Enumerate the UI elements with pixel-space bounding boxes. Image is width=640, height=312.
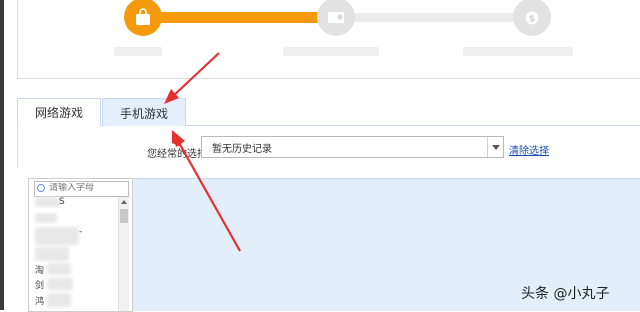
annotation-arrows <box>164 52 241 252</box>
arrow-2-shaft <box>177 140 241 252</box>
arrow-1-shaft <box>171 52 220 98</box>
